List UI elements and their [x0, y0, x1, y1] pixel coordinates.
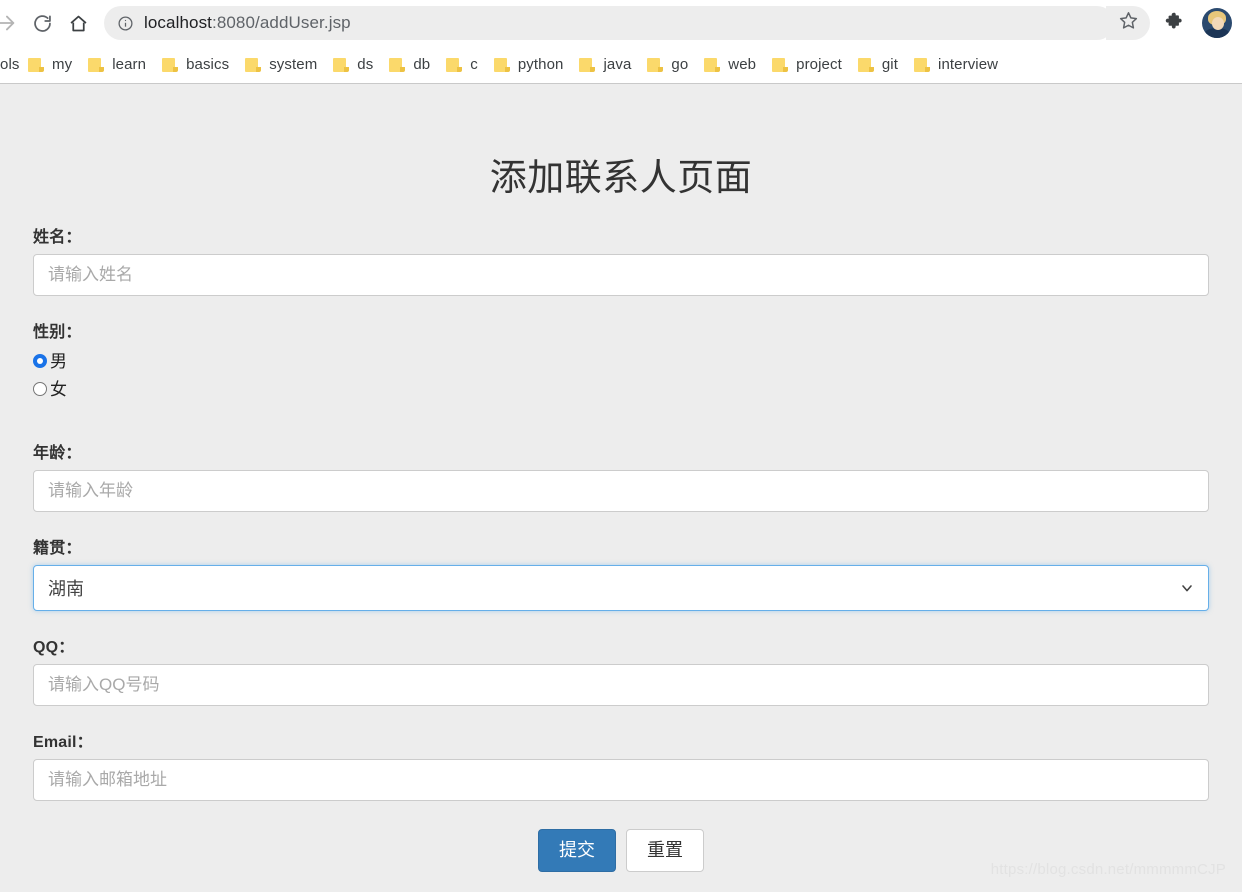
bookmark-item[interactable]: project: [764, 52, 850, 78]
gender-option-female[interactable]: 女: [33, 377, 1209, 401]
folder-icon: [914, 57, 931, 72]
folder-icon: [647, 57, 664, 72]
bookmark-item[interactable]: java: [571, 52, 639, 78]
reload-icon: [32, 13, 53, 34]
age-label: 年龄：: [33, 445, 82, 462]
hometown-select[interactable]: 湖南: [33, 565, 1209, 611]
bookmark-item[interactable]: ols: [0, 52, 20, 78]
page-viewport: 添加联系人页面 姓名： 性别： 男 女 年龄：: [0, 84, 1242, 892]
folder-icon: [88, 57, 105, 72]
bookmark-label: basics: [186, 56, 230, 73]
folder-icon: [493, 57, 510, 72]
field-group-gender: 性别： 男 女: [33, 318, 1209, 401]
arrow-forward-icon: [0, 12, 17, 34]
field-group-name: 姓名：: [33, 223, 1209, 296]
home-button[interactable]: [60, 5, 96, 41]
browser-chrome: localhost:8080/addUser.jsp ols my learn …: [0, 0, 1242, 84]
bookmark-label: web: [728, 56, 757, 73]
bookmark-item[interactable]: system: [237, 52, 325, 78]
field-group-age: 年龄：: [33, 439, 1209, 512]
profile-avatar[interactable]: [1202, 8, 1232, 38]
watermark: https://blog.csdn.net/mmmmmCJP: [990, 861, 1226, 878]
folder-icon: [28, 57, 44, 72]
bookmark-label: interview: [938, 56, 999, 73]
gender-male-label: 男: [50, 351, 67, 371]
hometown-select-wrapper: 湖南: [33, 565, 1209, 611]
info-circle-icon[interactable]: [116, 14, 134, 32]
browser-toolbar: localhost:8080/addUser.jsp: [0, 0, 1242, 46]
email-input[interactable]: [33, 759, 1209, 801]
folder-icon: [245, 57, 262, 72]
folder-icon: [446, 57, 463, 72]
avatar-face: [1212, 17, 1224, 30]
hometown-selected-value: 湖南: [48, 579, 84, 599]
bookmark-label: db: [413, 56, 431, 73]
radio-female-icon[interactable]: [33, 382, 47, 396]
page-title: 添加联系人页面: [489, 157, 753, 198]
gender-option-male[interactable]: 男: [33, 349, 1209, 373]
bookmark-item[interactable]: git: [850, 52, 906, 78]
address-bar-host: localhost: [144, 13, 212, 32]
bookmark-label: ols: [0, 56, 20, 73]
address-bar[interactable]: localhost:8080/addUser.jsp: [104, 6, 1114, 40]
bookmark-star-button[interactable]: [1106, 6, 1150, 40]
folder-icon: [333, 57, 350, 72]
name-label: 姓名：: [33, 229, 82, 246]
field-group-email: Email：: [33, 728, 1209, 801]
folder-icon: [162, 57, 179, 72]
bookmark-label: project: [796, 56, 842, 73]
forward-button[interactable]: [0, 5, 24, 41]
star-outline-icon: [1118, 10, 1139, 36]
address-bar-url: localhost:8080/addUser.jsp: [144, 13, 351, 33]
bookmark-label: my: [52, 56, 73, 73]
field-group-hometown: 籍贯： 湖南: [33, 534, 1209, 611]
folder-icon: [579, 57, 596, 72]
reload-button[interactable]: [24, 5, 60, 41]
radio-male-icon[interactable]: [33, 354, 47, 368]
address-bar-path: :8080/addUser.jsp: [212, 13, 351, 32]
folder-icon: [772, 57, 789, 72]
bookmark-item[interactable]: ds: [325, 52, 381, 78]
hometown-label: 籍贯：: [33, 540, 82, 557]
folder-icon: [857, 57, 874, 72]
email-label: Email：: [33, 734, 93, 751]
bookmark-item[interactable]: c: [438, 52, 486, 78]
gender-label: 性别：: [33, 324, 82, 341]
age-input[interactable]: [33, 470, 1209, 512]
bookmark-item[interactable]: web: [696, 52, 764, 78]
bookmark-label: learn: [112, 56, 147, 73]
folder-icon: [704, 57, 721, 72]
bookmark-item[interactable]: basics: [154, 52, 237, 78]
folder-icon: [389, 57, 406, 72]
extensions-button[interactable]: [1158, 6, 1192, 40]
bookmark-item[interactable]: my: [20, 52, 80, 78]
name-input[interactable]: [33, 254, 1209, 296]
puzzle-piece-icon: [1165, 11, 1185, 36]
qq-label: QQ：: [33, 639, 75, 656]
field-group-qq: QQ：: [33, 633, 1209, 706]
add-user-form: 姓名： 性别： 男 女 年龄： 籍贯：: [33, 223, 1209, 873]
bookmark-label: java: [603, 56, 632, 73]
submit-button[interactable]: 提交: [538, 829, 616, 873]
bookmark-label: git: [881, 56, 899, 73]
bookmark-item[interactable]: python: [486, 52, 572, 78]
gender-female-label: 女: [50, 379, 67, 399]
bookmark-label: c: [470, 56, 478, 73]
bookmark-item[interactable]: learn: [80, 52, 154, 78]
bookmark-label: system: [269, 56, 318, 73]
bookmark-item[interactable]: db: [381, 52, 438, 78]
bookmark-item[interactable]: go: [639, 52, 696, 78]
bookmarks-bar: ols my learn basics system ds db c pytho…: [0, 46, 1242, 84]
reset-button[interactable]: 重置: [626, 829, 704, 873]
qq-input[interactable]: [33, 664, 1209, 706]
bookmark-label: ds: [357, 56, 374, 73]
bookmark-item[interactable]: interview: [906, 52, 1006, 78]
home-icon: [68, 13, 89, 34]
form-container: 添加联系人页面 姓名： 性别： 男 女 年龄：: [33, 84, 1209, 873]
bookmark-label: python: [517, 56, 564, 73]
bookmark-label: go: [671, 56, 689, 73]
